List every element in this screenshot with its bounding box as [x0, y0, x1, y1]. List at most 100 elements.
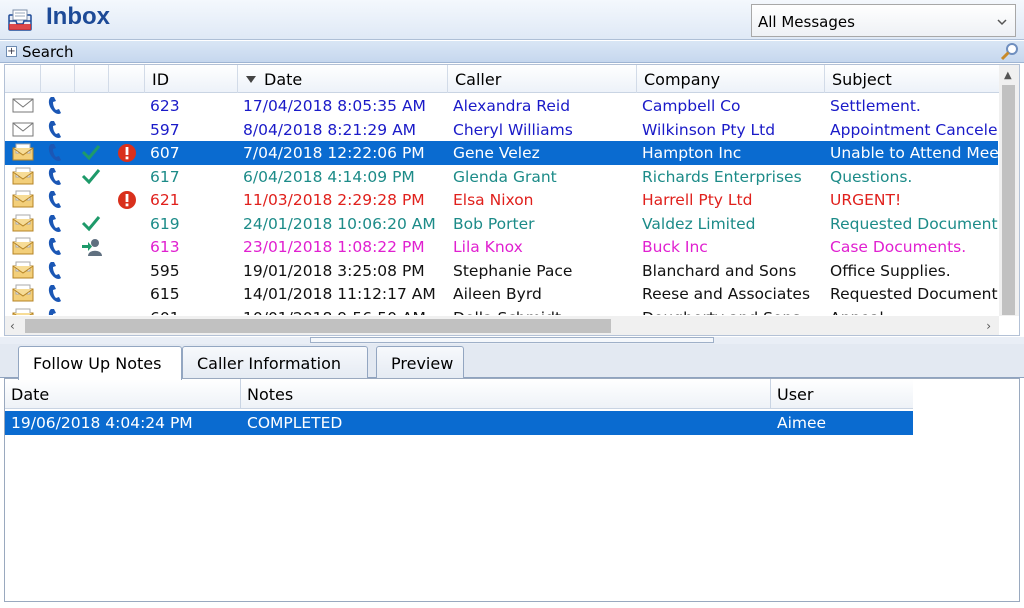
cell-subject: Case Documents.	[830, 238, 967, 256]
table-row[interactable]: 617 6/04/2018 4:14:09 PM Glenda Grant Richa…	[5, 165, 998, 189]
cell-company: Wilkinson Pty Ltd	[642, 120, 776, 139]
table-row[interactable]: 619 24/01/2018 10:06:20 AM Bob Porter Valde…	[5, 212, 998, 236]
horizontal-scroll-thumb[interactable]	[25, 319, 611, 333]
notes-column-header-date[interactable]: Date	[5, 379, 241, 409]
table-row[interactable]: 597 8/04/2018 8:21:29 AM Cheryl Williams Wi…	[5, 118, 998, 142]
column-header-date-label: Date	[264, 70, 303, 89]
cell-subject: Unable to Attend Mee	[830, 144, 998, 162]
cell-date: 11/03/2018 2:29:28 PM	[243, 191, 425, 209]
cell-date: 19/01/2018 3:25:08 PM	[243, 261, 425, 280]
column-header-caller[interactable]: Caller	[448, 65, 637, 93]
cell-caller: Alexandra Reid	[453, 97, 571, 115]
check-icon	[81, 143, 101, 165]
table-row[interactable]: 60110/01/2018 9:56:50 AMDella SchmidtDou…	[5, 306, 998, 316]
tab-caller-information[interactable]: Caller Information	[182, 346, 368, 378]
read-column-header[interactable]	[5, 65, 41, 93]
envelope-unread-icon	[12, 308, 34, 315]
table-row[interactable]: 615 14/01/2018 11:12:17 AM Aileen Byrd Rees…	[5, 282, 998, 306]
search-bar[interactable]: + Search	[0, 41, 1024, 63]
cell-date: 10/01/2018 9:56:50 AM	[238, 306, 448, 316]
cell-date: 17/04/2018 8:05:35 AM	[243, 97, 426, 115]
cell-date: 23/01/2018 1:08:22 PM	[243, 238, 425, 256]
transfer-user-icon	[81, 237, 103, 261]
cell-date: 14/01/2018 11:12:17 AM	[243, 285, 436, 303]
sort-desc-icon	[246, 76, 256, 83]
splitter-grip[interactable]	[310, 337, 714, 343]
column-header-id[interactable]: ID	[145, 65, 238, 93]
notes-column-header-user[interactable]: User	[771, 379, 913, 409]
envelope-unread-icon	[12, 214, 34, 236]
cell-company: Blanchard and Sons	[642, 261, 797, 280]
note-row[interactable]: 19/06/2018 4:04:24 PM COMPLETED Aimee	[5, 411, 913, 435]
scroll-right-icon[interactable]: ›	[986, 319, 991, 333]
cell-company: Dougherty and Sons	[637, 306, 825, 316]
inbox-icon	[8, 9, 32, 31]
page-title: Inbox	[46, 3, 110, 30]
scroll-left-icon[interactable]: ‹	[10, 319, 15, 333]
horizontal-scrollbar[interactable]: ‹ ›	[5, 316, 999, 335]
panel-splitter[interactable]	[0, 337, 1024, 344]
expand-icon[interactable]: +	[6, 46, 17, 57]
cell-subject: Questions.	[830, 167, 913, 186]
table-row[interactable]: 623 17/04/2018 8:05:35 AM Alexandra Reid Ca…	[5, 94, 998, 118]
message-filter-select[interactable]: All Messages	[751, 4, 1016, 37]
column-header-date[interactable]: Date	[238, 65, 448, 93]
cell-subject: Office Supplies.	[830, 261, 951, 280]
cell-id: 607	[150, 144, 180, 162]
cell-caller: Gene Velez	[453, 144, 540, 162]
cell-subject: Settlement.	[830, 97, 921, 115]
done-column-header[interactable]	[75, 65, 109, 93]
vertical-scroll-thumb[interactable]	[1002, 85, 1015, 315]
filter-selected-value: All Messages	[758, 13, 855, 31]
grid-header: ID Date Caller Company Subject	[5, 65, 1005, 93]
check-icon	[81, 214, 101, 236]
search-icon[interactable]	[1000, 42, 1020, 62]
scroll-up-icon[interactable]: ▲	[1004, 70, 1012, 81]
envelope-unread-icon	[12, 143, 34, 165]
phone-icon	[47, 308, 63, 315]
cell-id: 613	[150, 238, 180, 256]
column-header-company[interactable]: Company	[637, 65, 825, 93]
cell-caller: Glenda Grant	[453, 167, 557, 186]
table-row[interactable]: 613 23/01/2018 1:08:22 PM Lila Knox Buck In…	[5, 235, 998, 259]
tab-bar: Preview Caller Information Follow Up Not…	[0, 344, 1024, 380]
table-row[interactable]: 607 7/04/2018 12:22:06 PM Gene Velez Hampto…	[5, 141, 998, 165]
cell-caller: Cheryl Williams	[453, 120, 573, 139]
envelope-unread-icon	[12, 284, 34, 306]
follow-up-notes-list: Date Notes User 19/06/2018 4:04:24 PM CO…	[4, 378, 1020, 602]
cell-caller: Della Schmidt	[448, 306, 637, 316]
cell-subject: Appeal.	[825, 306, 998, 316]
note-text: COMPLETED	[247, 414, 343, 432]
column-header-subject[interactable]: Subject	[825, 65, 1005, 93]
urgent-column-header[interactable]	[109, 65, 145, 93]
phone-icon	[47, 214, 63, 238]
cell-subject: Requested Document	[830, 214, 998, 233]
phone-icon	[47, 284, 63, 308]
cell-date: 7/04/2018 12:22:06 PM	[243, 144, 425, 162]
phone-icon	[47, 167, 63, 191]
phone-column-header[interactable]	[41, 65, 75, 93]
message-grid: ID Date Caller Company Subject 623 17/04/…	[4, 64, 1020, 336]
cell-subject: URGENT!	[830, 191, 902, 209]
cell-caller: Bob Porter	[453, 214, 535, 233]
urgent-icon	[117, 143, 137, 167]
phone-icon	[47, 143, 63, 167]
vertical-scrollbar[interactable]: ▲	[999, 65, 1019, 316]
phone-icon	[47, 261, 63, 285]
cell-id: 621	[150, 191, 180, 209]
cell-company: Hampton Inc	[642, 144, 742, 162]
search-label[interactable]: Search	[22, 43, 74, 61]
table-row[interactable]: 595 19/01/2018 3:25:08 PM Stephanie Pace Bl…	[5, 259, 998, 283]
envelope-read-icon	[12, 120, 34, 142]
tab-follow-up-notes[interactable]: Follow Up Notes	[18, 346, 182, 380]
notes-column-header-notes[interactable]: Notes	[241, 379, 771, 409]
notes-header: Date Notes User	[5, 379, 913, 409]
cell-company: Harrell Pty Ltd	[642, 191, 753, 209]
check-icon	[81, 167, 101, 189]
cell-company: Richards Enterprises	[642, 167, 802, 186]
phone-icon	[47, 96, 63, 120]
table-row[interactable]: 621 11/03/2018 2:29:28 PM Elsa Nixon Harrel…	[5, 188, 998, 212]
note-date: 19/06/2018 4:04:24 PM	[11, 414, 193, 432]
cell-id: 601	[145, 306, 238, 316]
tab-preview[interactable]: Preview	[376, 346, 464, 378]
